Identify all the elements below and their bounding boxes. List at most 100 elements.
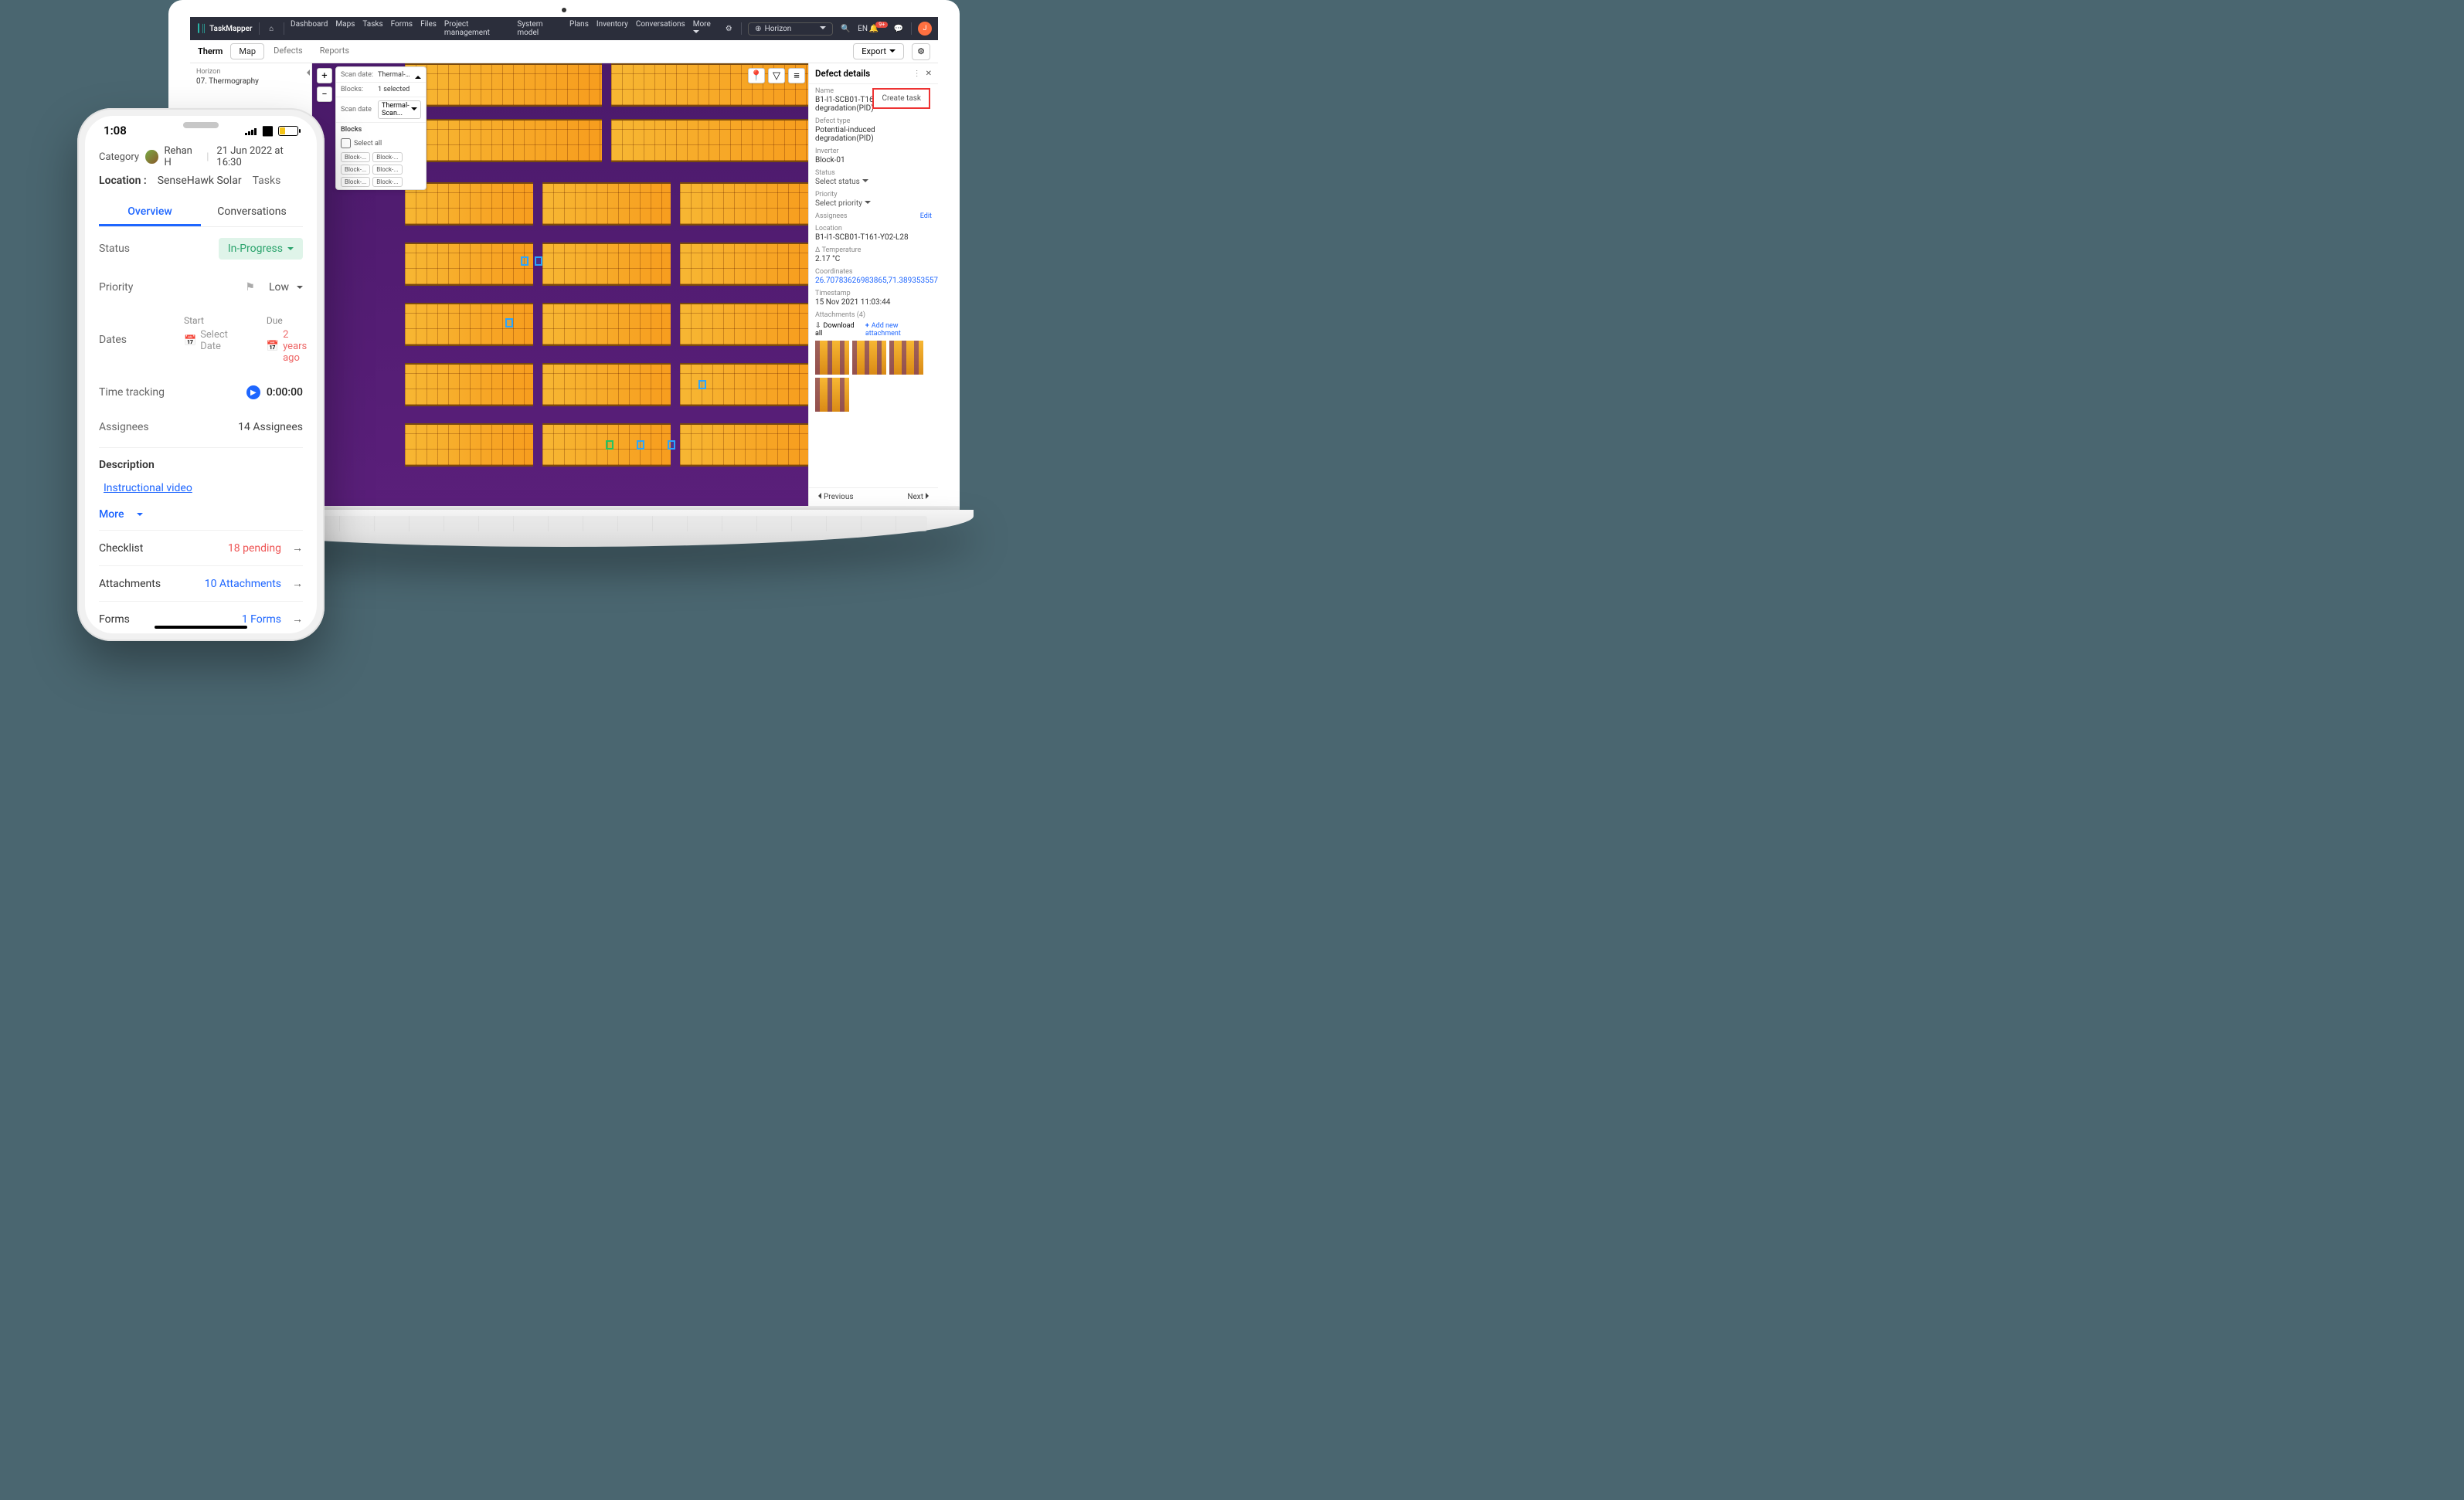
download-all-link[interactable]: Download all	[815, 322, 861, 338]
inverter-value: Block-01	[815, 156, 932, 165]
more-icon[interactable]: ⋮	[913, 70, 921, 78]
export-button[interactable]: Export	[853, 43, 904, 59]
scan-date-value: Thermal-Scan...	[378, 71, 412, 79]
module-settings-button[interactable]: ⚙	[912, 43, 930, 60]
tasks-label: Tasks	[253, 175, 281, 187]
phone-notch	[183, 122, 219, 128]
attachment-thumb[interactable]	[852, 341, 886, 375]
timer-value: 0:00:00	[267, 386, 303, 399]
dates-label: Dates	[99, 334, 184, 346]
assignees-value[interactable]: 14 Assignees	[238, 421, 303, 433]
more-toggle[interactable]: More	[99, 499, 303, 530]
checklist-row[interactable]: Checklist 18 pending →	[99, 530, 303, 565]
filter-icon[interactable]: ▽	[768, 68, 785, 83]
chevron-right-icon: →	[292, 613, 303, 626]
next-button[interactable]: Next	[907, 493, 932, 501]
tab-reports[interactable]: Reports	[312, 43, 357, 59]
block-chip[interactable]: Block-...	[341, 177, 370, 187]
home-icon[interactable]: ⌂	[266, 22, 278, 35]
due-date-value[interactable]: 📅2 years ago	[267, 329, 307, 364]
layers-icon[interactable]: ≡	[788, 68, 805, 83]
status-dropdown[interactable]: Select status	[815, 178, 868, 186]
tab-defects[interactable]: Defects	[266, 43, 311, 59]
attachment-thumbnails	[815, 341, 932, 412]
scan-date-dropdown[interactable]: Thermal-Scan...	[378, 100, 421, 119]
assignees-label: Assignees	[815, 212, 848, 220]
map-area[interactable]: + − 📍 ▽ ≡ Scan date: Thermal-Scan...	[312, 63, 808, 506]
block-chip[interactable]: Block-...	[372, 177, 402, 187]
topbar: ┃║ TaskMapper ⌂ Dashboard Maps Tasks For…	[190, 17, 938, 40]
bell-icon[interactable]: 🔔9+	[874, 22, 886, 35]
battery-icon	[278, 126, 298, 136]
nav-system-model[interactable]: System model	[517, 20, 562, 37]
attachments-row[interactable]: Attachments 10 Attachments →	[99, 565, 303, 601]
forms-value: 1 Forms	[242, 613, 281, 626]
block-chip[interactable]: Block-...	[372, 152, 402, 162]
priority-dropdown[interactable]: ⚑ Low	[245, 281, 303, 294]
breadcrumb: Horizon 07. Thermography	[190, 63, 311, 90]
start-date-picker[interactable]: 📅Select Date	[184, 329, 228, 352]
workspace-select[interactable]: ⊕ Horizon	[748, 22, 833, 36]
attachments-label: Attachments	[99, 578, 205, 590]
play-button[interactable]: ▶	[246, 385, 260, 399]
nav-dashboard[interactable]: Dashboard	[291, 20, 328, 37]
primary-nav: Dashboard Maps Tasks Forms Files Project…	[291, 20, 716, 37]
attachments-label: Attachments (4)	[815, 311, 932, 319]
chat-icon[interactable]: 💬	[892, 22, 905, 35]
panel-title: Defect details	[815, 68, 870, 79]
block-chip[interactable]: Block-...	[341, 165, 370, 175]
block-chip[interactable]: Block-...	[341, 152, 370, 162]
avatar[interactable]: J	[918, 22, 932, 36]
attachment-thumb[interactable]	[815, 341, 849, 375]
priority-dropdown[interactable]: Select priority	[815, 199, 871, 208]
filter-panel: Scan date: Thermal-Scan... Blocks: 1 sel…	[335, 66, 427, 190]
nav-more[interactable]: More	[693, 20, 716, 37]
create-task-menu-item[interactable]: Create task	[872, 88, 930, 109]
workspace-label: Horizon	[765, 25, 817, 33]
nav-conversations[interactable]: Conversations	[636, 20, 685, 37]
nav-tasks[interactable]: Tasks	[362, 20, 382, 37]
tab-overview[interactable]: Overview	[99, 199, 201, 226]
nav-maps[interactable]: Maps	[335, 20, 355, 37]
tab-conversations[interactable]: Conversations	[201, 199, 303, 226]
zoom-in-button[interactable]: +	[317, 68, 332, 83]
instructional-video-link[interactable]: Instructional video	[104, 482, 192, 494]
select-all-checkbox[interactable]: Select all	[336, 137, 426, 150]
settings-icon[interactable]: ⚙	[722, 22, 735, 35]
nav-files[interactable]: Files	[420, 20, 437, 37]
chevron-up-icon[interactable]	[415, 72, 421, 80]
calendar-icon: 📅	[267, 341, 279, 352]
meta-datetime: 21 Jun 2022 at 16:30	[216, 145, 303, 168]
add-attachment-link[interactable]: Add new attachment	[865, 322, 932, 338]
signal-icon	[245, 127, 257, 135]
nav-forms[interactable]: Forms	[391, 20, 413, 37]
search-icon[interactable]: 🔍	[839, 22, 851, 35]
tab-map[interactable]: Map	[230, 43, 264, 59]
nav-project-management[interactable]: Project management	[444, 20, 509, 37]
defect-details-panel: Defect details ⋮ ✕ Name B1-I1-SCB01-T161…	[808, 63, 938, 506]
nav-plans[interactable]: Plans	[569, 20, 589, 37]
block-chip[interactable]: Block-...	[372, 165, 402, 175]
edit-assignees-link[interactable]: Edit	[920, 212, 932, 220]
location-value: SenseHawk Solar	[158, 175, 242, 187]
attachment-thumb[interactable]	[889, 341, 923, 375]
close-icon[interactable]: ✕	[926, 70, 932, 78]
language-label[interactable]: EN	[858, 25, 868, 33]
breadcrumb-current: 07. Thermography	[196, 77, 305, 86]
nav-inventory[interactable]: Inventory	[596, 20, 628, 37]
blocks-section-title: Blocks	[336, 123, 426, 137]
chevron-right-icon: →	[292, 577, 303, 590]
collapse-left-icon[interactable]	[304, 70, 310, 78]
scan-date-dd-label: Scan date	[341, 106, 375, 114]
brand-label: TaskMapper	[209, 25, 252, 33]
inverter-label: Inverter	[815, 148, 932, 155]
location-label: Location :	[99, 175, 147, 187]
status-dropdown[interactable]: In-Progress	[219, 238, 303, 260]
zoom-out-button[interactable]: −	[317, 87, 332, 102]
attachment-thumb[interactable]	[815, 378, 849, 412]
previous-button[interactable]: Previous	[815, 493, 854, 501]
pin-tool-icon[interactable]: 📍	[748, 68, 765, 83]
coordinates-link[interactable]: 26.70783626983865,71.38935355717994	[815, 277, 932, 285]
select-all-input[interactable]	[341, 138, 351, 148]
due-date-label: Due	[267, 315, 307, 326]
